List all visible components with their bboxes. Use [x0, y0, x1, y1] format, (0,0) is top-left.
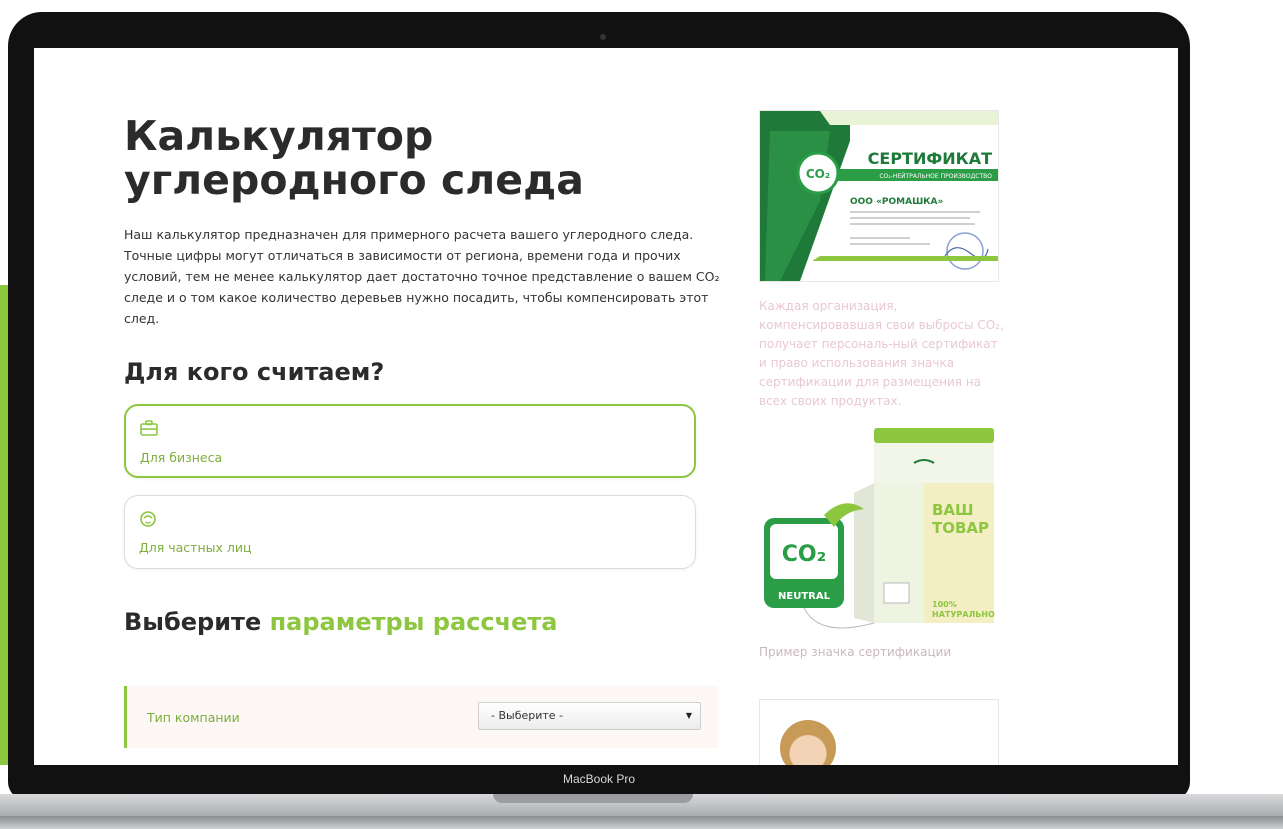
caret-down-icon: ▼: [685, 711, 692, 720]
briefcase-icon: [140, 420, 158, 441]
intro-text: Наш калькулятор предназначен для примерн…: [124, 227, 720, 326]
param-row-company-type: Тип компании - Выберите - ▼: [124, 686, 718, 748]
params-heading-prefix: Выберите: [124, 608, 270, 636]
laptop-notch: [493, 794, 693, 803]
pack-line2: ТОВАР: [932, 519, 989, 537]
option-business[interactable]: Для бизнеса: [124, 404, 696, 478]
person-icon: [139, 510, 157, 533]
cert-subtitle: CO₂-НЕЙТРАЛЬНОЕ ПРОИЗВОДСТВО: [879, 173, 992, 180]
cert-company: ООО «РОМАШКА»: [850, 197, 944, 207]
param-label: Тип компании: [147, 710, 240, 725]
badge-neutral: NEUTRAL: [778, 591, 831, 602]
product-caption: Пример значка сертификации: [759, 645, 952, 659]
laptop-base-bottom: [0, 816, 1283, 829]
option-private[interactable]: Для частных лиц: [124, 495, 696, 569]
option-private-label: Для частных лиц: [139, 540, 252, 555]
params-heading-accent: параметры рассчета: [269, 608, 558, 636]
certificate-caption: Каждая организация, компенсировавшая сво…: [759, 299, 1004, 408]
pack-bottom1: 100%: [932, 600, 957, 609]
cert-badge-text: CO₂: [806, 167, 830, 181]
laptop-model-label: MacBook Pro: [562, 772, 636, 786]
camera-dot: [600, 34, 606, 40]
option-business-label: Для бизнеса: [140, 450, 223, 465]
certificate-image: CO₂ СЕРТИФИКАТ CO₂-НЕЙТРАЛЬНОЕ ПРОИЗВОДС…: [759, 110, 999, 282]
cert-title: СЕРТИФИКАТ: [868, 149, 992, 168]
review-card: [759, 699, 999, 765]
company-type-select[interactable]: - Выберите - ▼: [478, 702, 701, 730]
laptop-screen: Калькулятор углеродного следа Наш кальку…: [34, 48, 1178, 765]
pack-bottom2: НАТУРАЛЬНО: [932, 610, 995, 619]
audience-heading: Для кого считаем?: [124, 358, 385, 386]
product-illustration: ВАШ ТОВАР 100% НАТУРАЛЬНО CO₂ NEUTRAL: [754, 423, 1004, 638]
select-value: - Выберите -: [491, 709, 564, 722]
params-heading: Выберите параметры рассчета: [124, 608, 557, 636]
laptop-frame: Калькулятор углеродного следа Наш кальку…: [8, 12, 1190, 800]
badge-co2: CO₂: [782, 542, 826, 567]
avatar: [780, 720, 836, 765]
pack-line1: ВАШ: [932, 501, 974, 519]
page-title: Калькулятор углеродного следа: [124, 112, 584, 204]
